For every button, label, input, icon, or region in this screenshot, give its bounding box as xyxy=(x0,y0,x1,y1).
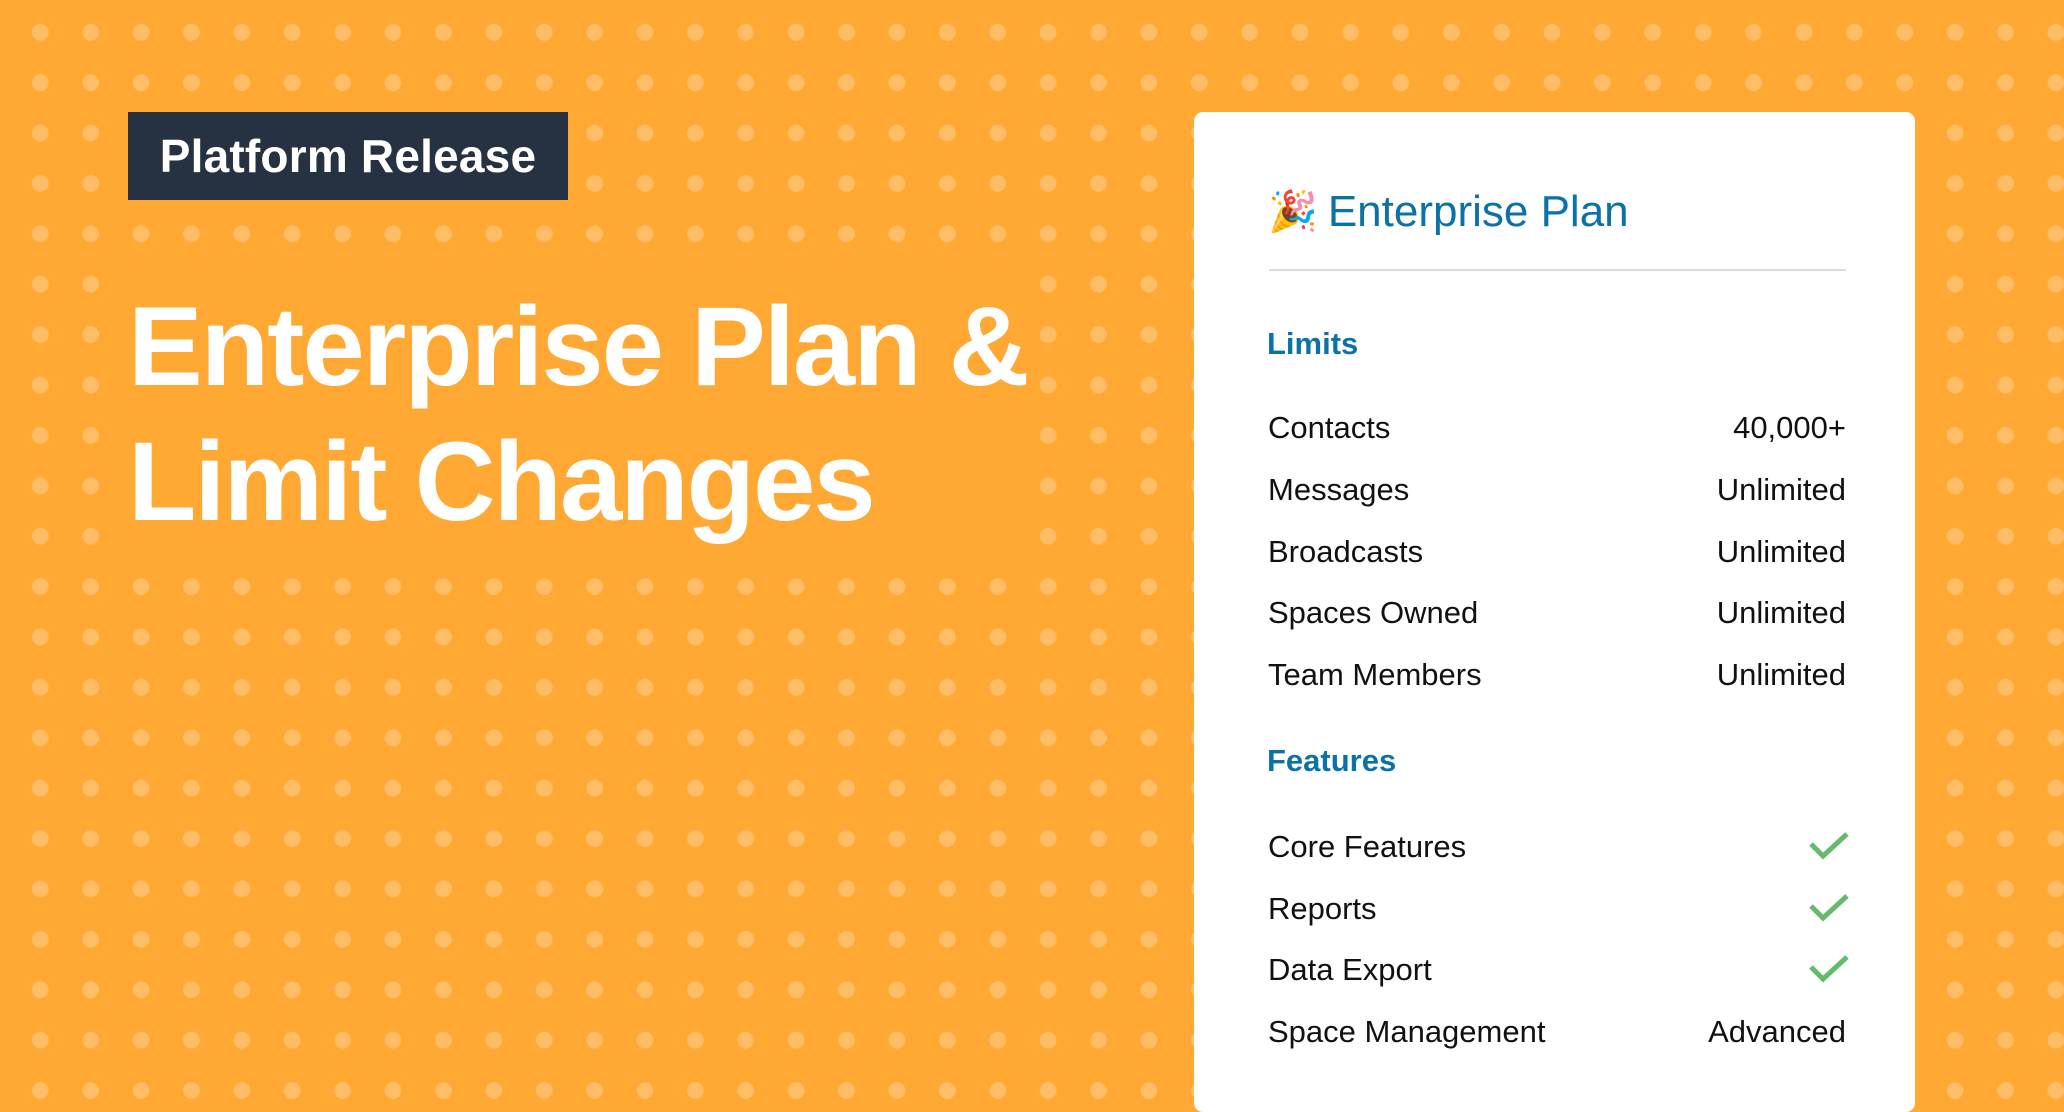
platform-release-badge: Platform Release xyxy=(128,112,568,200)
row-value: 40,000+ xyxy=(1733,410,1846,445)
limit-row-messages: Messages Unlimited xyxy=(1268,470,1846,510)
row-value: Unlimited xyxy=(1716,534,1846,569)
limit-row-team-members: Team Members Unlimited xyxy=(1268,655,1846,695)
check-icon xyxy=(1809,955,1849,983)
row-value: Unlimited xyxy=(1716,595,1846,630)
limit-row-spaces-owned: Spaces Owned Unlimited xyxy=(1268,593,1846,633)
row-label: Space Management xyxy=(1268,1014,1546,1049)
feature-row-data-export: Data Export xyxy=(1268,950,1849,990)
row-label: Core Features xyxy=(1268,829,1467,864)
headline-line-1: Enterprise Plan & xyxy=(128,284,1030,409)
plan-card: 🎉 Enterprise Plan Limits Contacts 40,000… xyxy=(1194,112,1915,1112)
row-label: Spaces Owned xyxy=(1268,595,1479,630)
check-icon xyxy=(1809,832,1849,860)
row-label: Messages xyxy=(1268,472,1410,507)
row-label: Data Export xyxy=(1268,952,1432,987)
row-label: Reports xyxy=(1268,891,1377,926)
row-label: Team Members xyxy=(1268,657,1482,692)
row-label: Broadcasts xyxy=(1268,534,1424,569)
row-value: Unlimited xyxy=(1716,472,1846,507)
card-title-text: Enterprise Plan xyxy=(1327,187,1629,236)
check-icon xyxy=(1809,894,1849,922)
features-heading: Features xyxy=(1267,743,1397,778)
divider xyxy=(1269,269,1846,271)
row-value: Advanced xyxy=(1708,1014,1846,1049)
party-popper-icon: 🎉 xyxy=(1268,190,1318,234)
card-title: 🎉 Enterprise Plan xyxy=(1268,182,1629,242)
feature-row-reports: Reports xyxy=(1268,889,1849,929)
row-value: Unlimited xyxy=(1716,657,1846,692)
headline-line-2: Limit Changes xyxy=(128,419,876,544)
limits-heading: Limits xyxy=(1267,326,1359,361)
limit-row-contacts: Contacts 40,000+ xyxy=(1268,408,1846,448)
feature-row-space-management: Space Management Advanced xyxy=(1268,1012,1846,1052)
row-label: Contacts xyxy=(1268,410,1391,445)
headline: Enterprise Plan & Limit Changes xyxy=(120,262,1040,547)
feature-row-core-features: Core Features xyxy=(1268,827,1849,867)
limit-row-broadcasts: Broadcasts Unlimited xyxy=(1268,532,1846,572)
